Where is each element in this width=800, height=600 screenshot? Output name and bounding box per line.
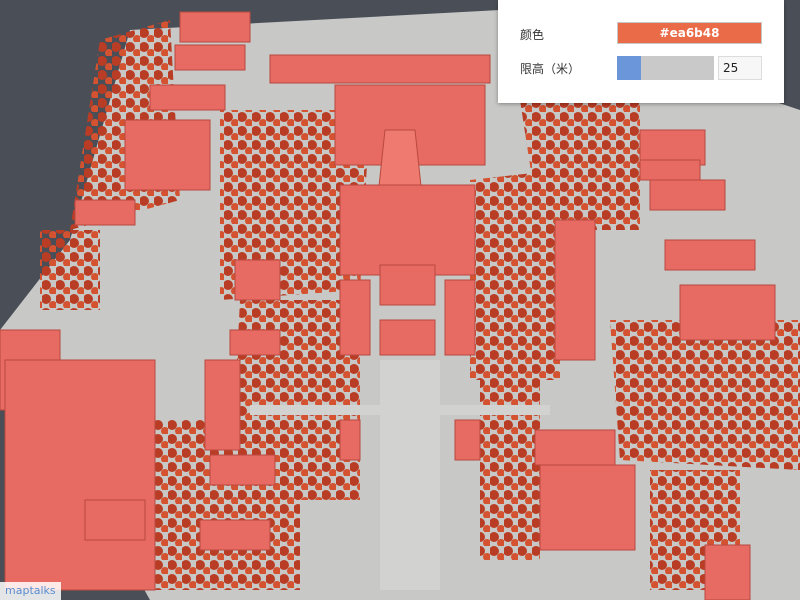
- maptalks-attribution[interactable]: maptalks: [0, 582, 61, 600]
- color-picker[interactable]: #ea6b48: [617, 22, 762, 44]
- height-input[interactable]: [718, 56, 762, 80]
- height-label: 限高（米）: [520, 62, 581, 76]
- height-slider-fill: [617, 56, 641, 80]
- color-row: 颜色 #ea6b48: [520, 22, 762, 46]
- control-panel: 颜色 #ea6b48 限高（米）: [498, 0, 784, 103]
- height-slider[interactable]: [617, 56, 714, 80]
- color-label: 颜色: [520, 28, 545, 42]
- height-row: 限高（米）: [520, 56, 762, 80]
